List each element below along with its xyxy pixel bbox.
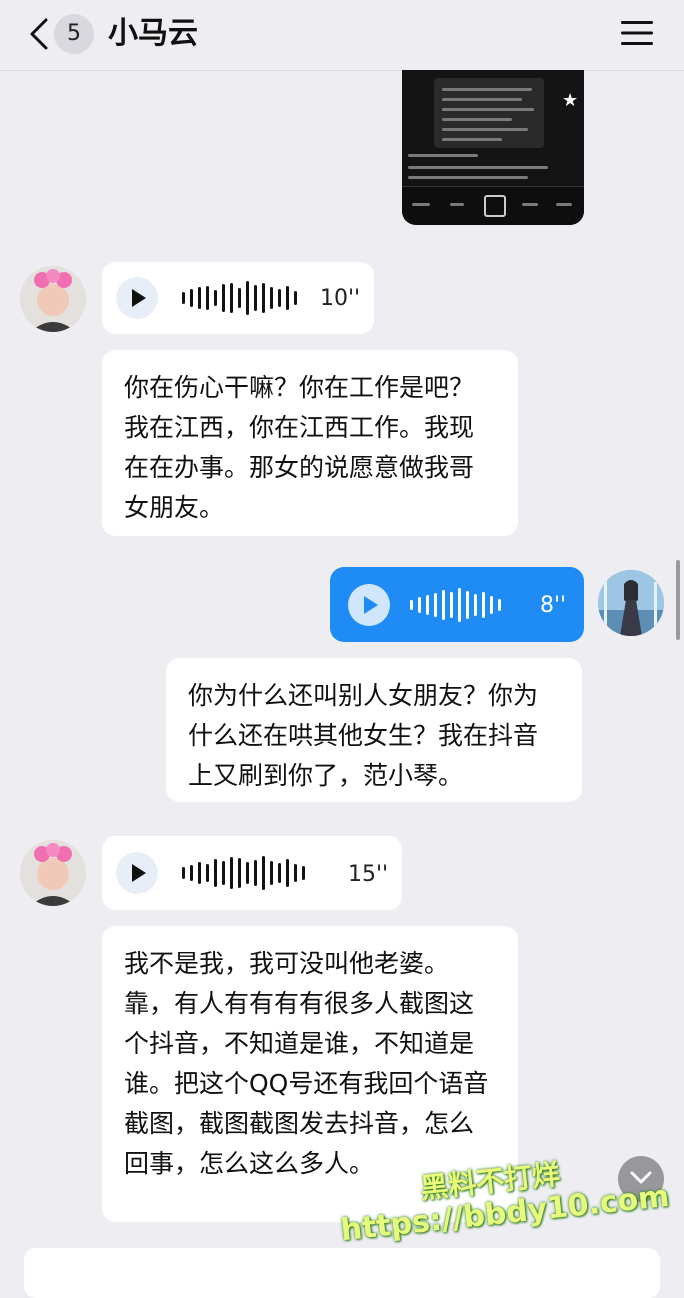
waveform-bar — [426, 595, 429, 615]
waveform-bar — [498, 599, 501, 611]
waveform-bar — [278, 863, 281, 883]
message-text: 我不是我，我可没叫他老婆。靠，有人有有有有很多人截图这个抖音，不知道是谁，不知道… — [124, 949, 489, 1178]
waveform-bar — [482, 592, 485, 618]
star-icon: ★ — [562, 90, 579, 111]
voice-duration: 8'' — [540, 593, 567, 618]
voice-message-bubble-sent[interactable]: 8'' — [330, 567, 584, 642]
waveform-bar — [238, 858, 241, 888]
waveform-bar — [206, 286, 209, 310]
waveform-bar — [238, 288, 241, 308]
scrollbar-thumb[interactable] — [676, 560, 680, 640]
waveform-bar — [190, 865, 193, 881]
message-text: 你在伤心干嘛？你在工作是吧？我在江西，你在江西工作。我现在在办事。那女的说愿意做… — [124, 373, 475, 522]
voice-duration: 15'' — [348, 862, 389, 887]
screenshot-bottom-nav — [402, 186, 584, 225]
waveform-bar — [254, 285, 257, 311]
waveform-bar — [490, 596, 493, 614]
contact-avatar[interactable] — [20, 840, 86, 906]
waveform-bar — [190, 289, 193, 307]
waveform-bar — [294, 291, 297, 305]
waveform-bar — [278, 289, 281, 307]
screenshot-note-area — [434, 78, 544, 148]
waveform-bar — [222, 861, 225, 885]
waveform-bar — [450, 592, 453, 618]
play-icon[interactable] — [116, 852, 158, 894]
waveform-bar — [214, 859, 217, 887]
shared-screenshot-image[interactable]: ★ — [402, 70, 584, 225]
waveform-bar — [286, 286, 289, 310]
waveform-bar — [410, 600, 413, 610]
waveform-bar — [294, 864, 297, 882]
text-message-bubble[interactable]: 你在伤心干嘛？你在工作是吧？我在江西，你在江西工作。我现在在办事。那女的说愿意做… — [102, 350, 518, 536]
unread-count-badge[interactable]: 5 — [54, 14, 94, 54]
waveform-icon — [182, 281, 297, 315]
waveform-bar — [418, 597, 421, 613]
waveform-bar — [262, 856, 265, 890]
waveform-bar — [246, 862, 249, 884]
my-avatar[interactable] — [598, 570, 664, 636]
waveform-bar — [286, 859, 289, 887]
waveform-bar — [262, 283, 265, 313]
chat-header: 5 小马云 — [0, 0, 684, 71]
waveform-bar — [230, 857, 233, 889]
voice-duration: 10'' — [320, 286, 361, 311]
waveform-bar — [222, 284, 225, 312]
waveform-bar — [230, 283, 233, 313]
message-input-bar[interactable] — [24, 1248, 660, 1298]
text-message-bubble-sent[interactable]: 你为什么还叫别人女朋友？你为什么还在哄其他女生？我在抖音上又刷到你了，范小琴。 — [166, 658, 582, 802]
waveform-bar — [442, 590, 445, 620]
waveform-bar — [270, 861, 273, 885]
message-text: 你为什么还叫别人女朋友？你为什么还在哄其他女生？我在抖音上又刷到你了，范小琴。 — [188, 681, 539, 790]
chat-title: 小马云 — [108, 16, 198, 51]
waveform-bar — [458, 588, 461, 622]
contact-avatar[interactable] — [20, 266, 86, 332]
waveform-bar — [466, 591, 469, 619]
hamburger-menu-icon[interactable] — [620, 18, 654, 48]
waveform-bar — [182, 867, 185, 879]
waveform-bar — [198, 862, 201, 884]
play-icon[interactable] — [116, 277, 158, 319]
waveform-bar — [474, 594, 477, 616]
waveform-icon — [182, 856, 305, 890]
waveform-bar — [302, 866, 305, 880]
waveform-bar — [254, 860, 257, 886]
waveform-bar — [198, 287, 201, 309]
voice-message-bubble[interactable]: 15'' — [102, 836, 402, 910]
waveform-icon — [410, 588, 501, 622]
waveform-bar — [214, 290, 217, 306]
play-icon[interactable] — [348, 584, 390, 626]
waveform-bar — [246, 281, 249, 315]
waveform-bar — [182, 292, 185, 304]
waveform-bar — [270, 287, 273, 309]
waveform-bar — [206, 864, 209, 882]
waveform-bar — [434, 593, 437, 617]
voice-message-bubble[interactable]: 10'' — [102, 262, 374, 334]
